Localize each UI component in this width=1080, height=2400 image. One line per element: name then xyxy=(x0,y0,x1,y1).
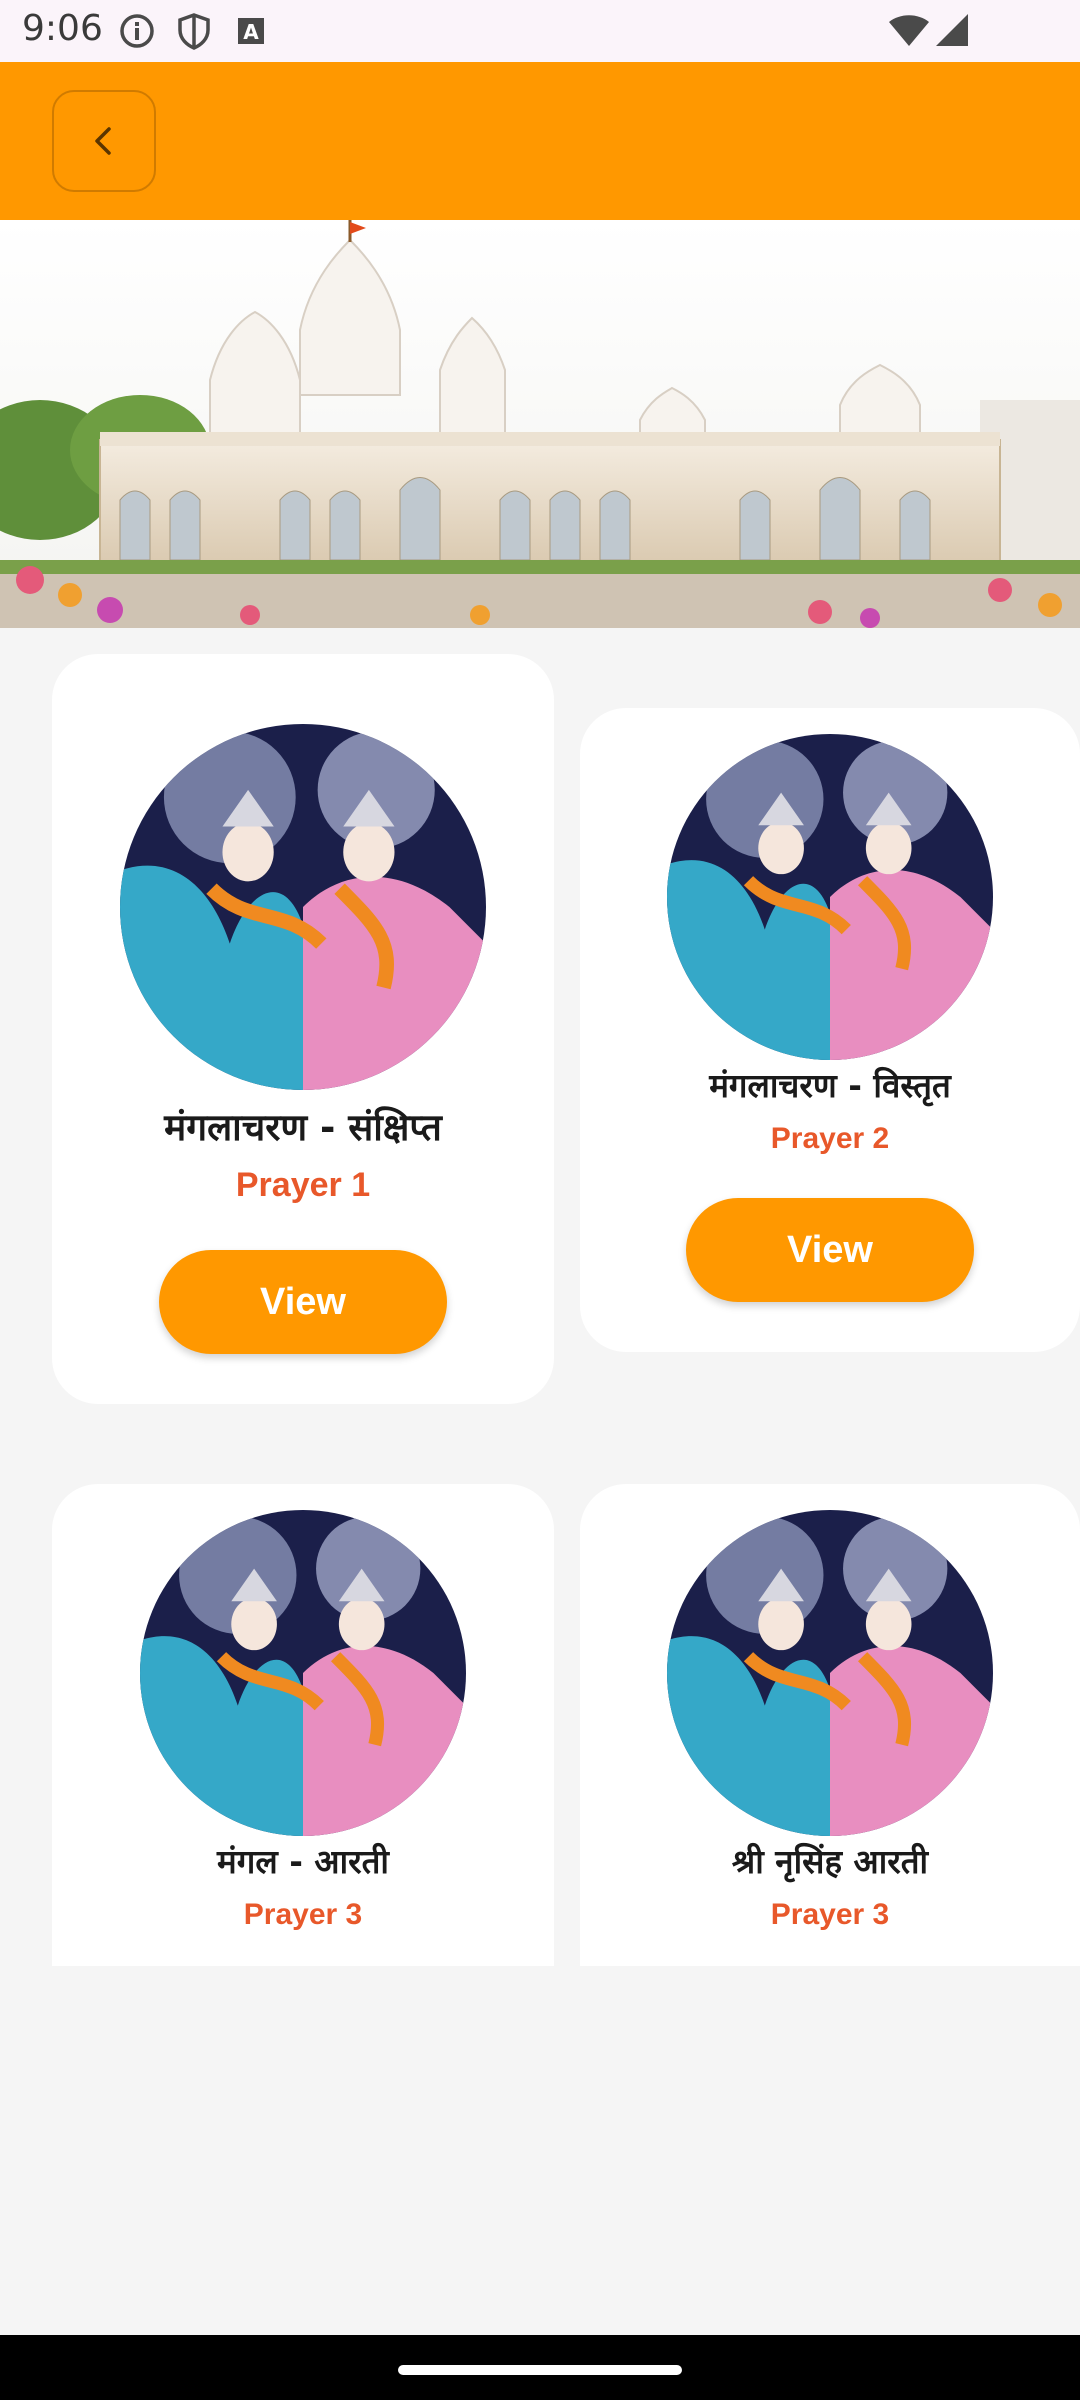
deity-image xyxy=(667,734,993,1060)
prayer-card[interactable]: मंगल - आरती Prayer 3 xyxy=(52,1484,554,1966)
status-time: 9:06 xyxy=(22,8,103,49)
chevron-left-icon xyxy=(95,127,111,155)
info-icon xyxy=(118,12,156,54)
prayer-card[interactable]: श्री नृसिंह आरती Prayer 3 xyxy=(580,1484,1080,1966)
shield-icon xyxy=(176,12,212,54)
card-title: मंगलाचरण - संक्षिप्त xyxy=(164,1106,442,1149)
card-subtitle: Prayer 3 xyxy=(770,1898,890,1931)
home-indicator[interactable] xyxy=(398,2365,682,2375)
back-button[interactable] xyxy=(52,90,156,192)
view-button[interactable]: View xyxy=(159,1250,447,1354)
card-subtitle: Prayer 1 xyxy=(235,1166,371,1204)
card-title: श्री नृसिंह आरती xyxy=(731,1842,929,1881)
temple-banner xyxy=(0,220,1080,628)
card-title: मंगल - आरती xyxy=(217,1842,389,1881)
card-subtitle: Prayer 3 xyxy=(243,1898,363,1931)
font-a-icon: A xyxy=(236,16,266,50)
status-bar: 9:06 A xyxy=(0,0,1080,62)
deity-image xyxy=(667,1510,993,1836)
prayer-card[interactable]: मंगलाचरण - विस्तृत Prayer 2 View xyxy=(580,708,1080,1352)
view-button[interactable]: View xyxy=(686,1198,974,1302)
card-title: मंगलाचरण - विस्तृत xyxy=(709,1066,951,1105)
deity-image xyxy=(140,1510,466,1836)
deity-image xyxy=(120,724,486,1090)
wifi-icon xyxy=(888,14,930,52)
app-bar xyxy=(0,62,1080,220)
signal-icon xyxy=(934,12,970,52)
card-subtitle: Prayer 2 xyxy=(770,1122,890,1155)
svg-text:A: A xyxy=(243,20,259,44)
prayer-card[interactable]: मंगलाचरण - संक्षिप्त Prayer 1 View xyxy=(52,654,554,1404)
